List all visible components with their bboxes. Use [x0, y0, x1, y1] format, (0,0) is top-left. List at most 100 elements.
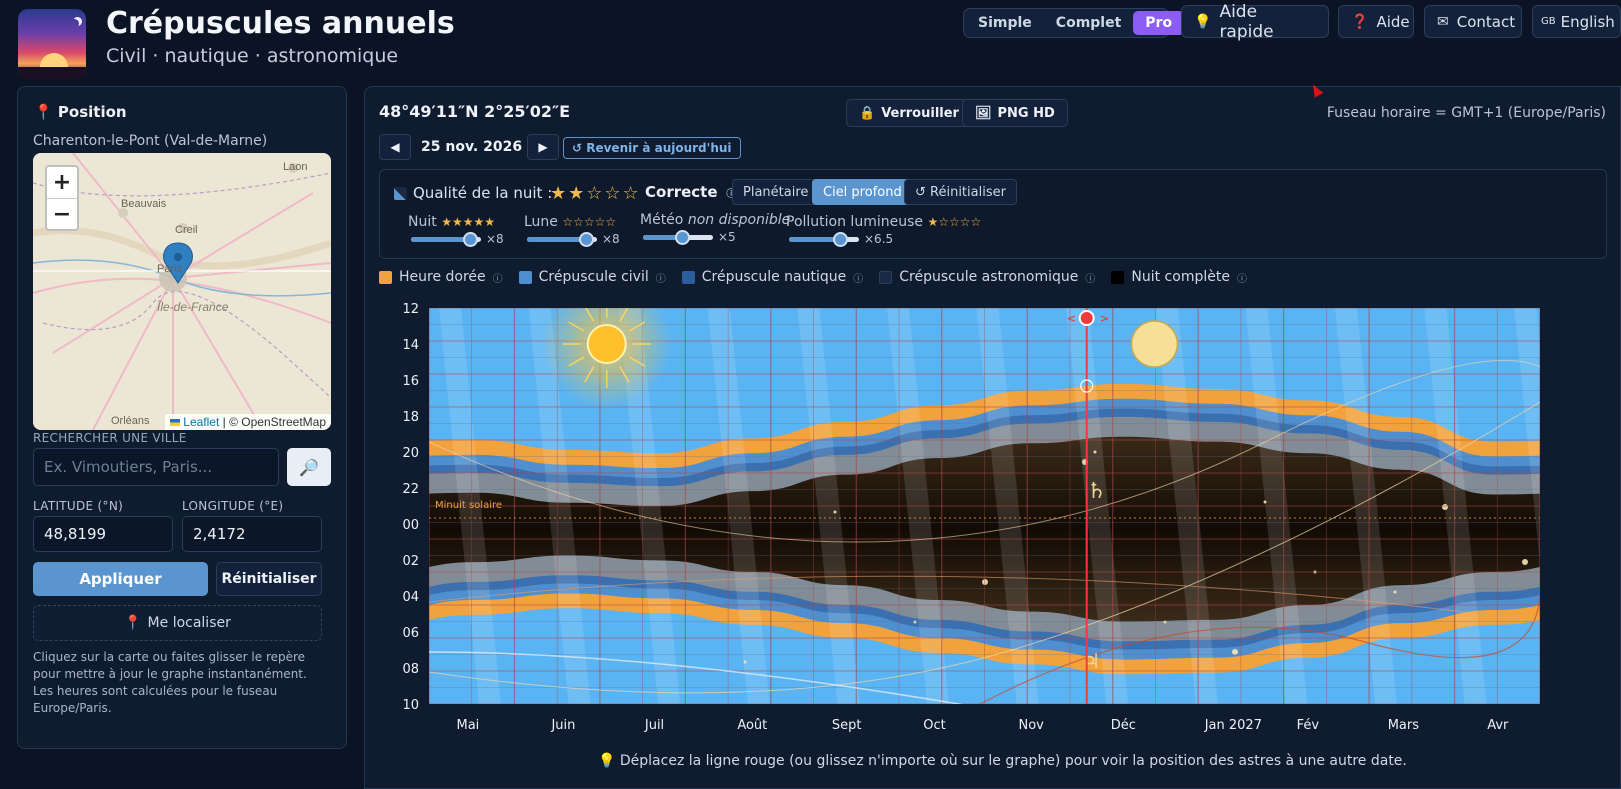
x-tick-label: Jan 2027	[1204, 718, 1262, 733]
x-tick-label: Déc	[1111, 718, 1136, 733]
chart-panel: 48°49′11″N 2°25′02″E 🔒 Verrouiller 🖼 PNG…	[364, 86, 1621, 789]
info-icon[interactable]: ⓘ	[853, 270, 863, 285]
star	[1442, 504, 1448, 510]
image-icon: 🖼	[975, 105, 992, 121]
y-tick-label: 14	[402, 338, 419, 353]
lock-button[interactable]: 🔒 Verrouiller	[846, 99, 972, 127]
jupiter-icon: ♃	[1082, 649, 1100, 673]
date-cursor-handle	[1078, 310, 1095, 326]
apply-button[interactable]: Appliquer	[33, 562, 208, 596]
flag-icon: GB	[1541, 16, 1556, 27]
moon-icon	[1130, 320, 1179, 368]
star	[1393, 590, 1397, 594]
x-tick-label: Sept	[832, 718, 862, 733]
ukraine-flag-icon	[169, 419, 180, 426]
y-tick-label: 18	[402, 410, 419, 425]
png-export-button[interactable]: 🖼 PNG HD	[962, 99, 1068, 127]
weather-multiplier: ×5	[718, 230, 736, 244]
x-tick-label: Avr	[1487, 718, 1509, 733]
y-tick-label: 06	[402, 626, 419, 641]
location-map[interactable]: Laon Beauvais Creil Paris Île-de-France …	[33, 153, 331, 430]
lock-icon: 🔒	[859, 105, 876, 121]
night-quality-title: Qualité de la nuit :	[394, 184, 552, 202]
pin-icon: 📍	[34, 103, 53, 121]
star	[982, 579, 988, 585]
info-icon[interactable]: ⓘ	[656, 270, 666, 285]
x-tick-label: Juin	[550, 718, 575, 733]
legend-swatch	[379, 270, 392, 284]
night-quality-verdict: Correcte ⓘ	[645, 183, 737, 201]
legend-golden-hour[interactable]: Heure dorée ⓘ	[379, 269, 503, 285]
map-zoom-control: + −	[45, 165, 79, 231]
info-icon[interactable]: ⓘ	[1237, 270, 1247, 285]
star	[1163, 620, 1167, 624]
arrow-left-icon: ◀	[390, 140, 400, 154]
mode-pro-button[interactable]: Pro	[1133, 11, 1185, 35]
twilight-chart[interactable]: 12 14 16 18 20 22 00 02 04 06 08 10 Minuit solaire ♄…	[365, 292, 1621, 752]
tab-deep-sky[interactable]: Ciel profond	[812, 179, 913, 205]
sidebar-help-text: Cliquez sur la carte ou faites glisser l…	[33, 650, 307, 715]
light-pollution-multiplier: ×6.5	[864, 232, 894, 246]
quality-reset-button[interactable]: ↺ Réinitialiser	[904, 179, 1017, 205]
position-sidebar: 📍 Position Charenton-le-Pont (Val-de-Mar…	[17, 86, 347, 749]
legend-civil-twilight[interactable]: Crépuscule civil ⓘ	[518, 269, 666, 285]
star	[1232, 649, 1238, 655]
search-button[interactable]: 🔎	[287, 448, 331, 486]
mode-selector: Simple Complet Pro	[963, 8, 1185, 38]
x-tick-label: Mars	[1388, 718, 1420, 733]
light-pollution-slider[interactable]	[789, 232, 859, 247]
position-heading: 📍 Position	[34, 103, 127, 121]
contact-button[interactable]: ✉ Contact	[1424, 5, 1522, 38]
moon-slider[interactable]	[527, 232, 597, 247]
back-to-today-button[interactable]: ↺ Revenir à aujourd'hui	[563, 137, 741, 159]
cursor-left-arrow: <	[1067, 312, 1076, 325]
legend-full-night[interactable]: Nuit complète ⓘ	[1111, 269, 1247, 285]
zoom-in-button[interactable]: +	[47, 167, 77, 198]
city-search-input[interactable]	[33, 448, 279, 486]
legend-astronomical-twilight[interactable]: Crépuscule astronomique ⓘ	[879, 269, 1095, 285]
search-icon: 🔎	[299, 457, 319, 477]
mode-complete-button[interactable]: Complet	[1044, 11, 1134, 35]
reset-button[interactable]: Réinitialiser	[216, 562, 322, 596]
app-subtitle: Civil · nautique · astronomique	[106, 45, 399, 67]
tab-planetary[interactable]: Planétaire	[732, 179, 820, 205]
app-logo	[18, 9, 86, 79]
info-icon[interactable]: ⓘ	[1085, 270, 1095, 285]
mode-simple-button[interactable]: Simple	[966, 11, 1044, 35]
next-day-button[interactable]: ▶	[527, 134, 559, 160]
x-tick-label: Juil	[644, 718, 664, 733]
star	[1522, 559, 1528, 565]
factor-moon: Lune ☆☆☆☆☆	[524, 214, 617, 230]
legend-nautical-twilight[interactable]: Crépuscule nautique ⓘ	[681, 269, 863, 285]
y-tick-label: 22	[402, 482, 419, 497]
factor-stars: ★★★★★	[441, 215, 495, 229]
solar-midnight-label: Minuit solaire	[435, 500, 502, 511]
longitude-input[interactable]	[182, 516, 322, 552]
coordinates: 48°49′11″N 2°25′02″E	[379, 102, 571, 121]
map-label: Laon	[283, 161, 308, 173]
factor-weather: Météo non disponible	[640, 212, 791, 228]
latitude-input[interactable]	[33, 516, 173, 552]
zoom-out-button[interactable]: −	[47, 198, 77, 229]
arrow-right-icon: ▶	[538, 140, 548, 154]
factor-stars: ★☆☆☆☆	[927, 215, 982, 229]
quick-help-button[interactable]: 💡 Aide rapide	[1181, 2, 1329, 42]
help-button[interactable]: ❓ Aide	[1338, 5, 1414, 38]
night-slider[interactable]	[411, 232, 481, 247]
star	[1093, 450, 1097, 454]
locate-me-button[interactable]: 📍 Me localiser	[33, 605, 322, 641]
chart-hint: 💡 Déplacez la ligne rouge (ou glissez n'…	[598, 753, 1407, 769]
chart-legend: Heure dorée ⓘ Crépuscule civil ⓘ Crépuscul…	[379, 267, 1257, 287]
info-icon[interactable]: ⓘ	[493, 270, 503, 285]
legend-swatch	[879, 270, 893, 284]
language-button[interactable]: GB English	[1532, 5, 1621, 38]
weather-slider[interactable]	[643, 230, 713, 245]
search-label: RECHERCHER UNE VILLE	[33, 431, 187, 445]
leaflet-link[interactable]: Leaflet	[183, 415, 219, 429]
map-label: Paris	[157, 263, 183, 275]
app-title: Crépuscules annuels	[106, 6, 455, 41]
previous-day-button[interactable]: ◀	[379, 134, 411, 160]
star	[1263, 500, 1267, 504]
factor-night: Nuit ★★★★★	[408, 214, 495, 230]
x-tick-label: Nov	[1018, 718, 1044, 733]
